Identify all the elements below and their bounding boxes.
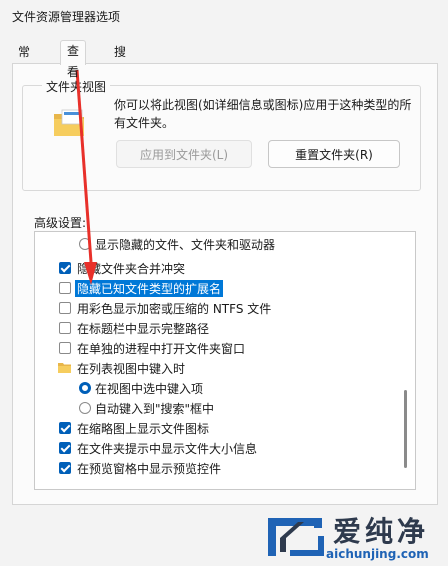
tab-view[interactable]: 查看 <box>60 40 87 79</box>
watermark-url: aichunjing.com <box>326 547 429 561</box>
annotation-arrow <box>75 69 97 285</box>
watermark-brand: 爱纯净 <box>333 515 430 548</box>
